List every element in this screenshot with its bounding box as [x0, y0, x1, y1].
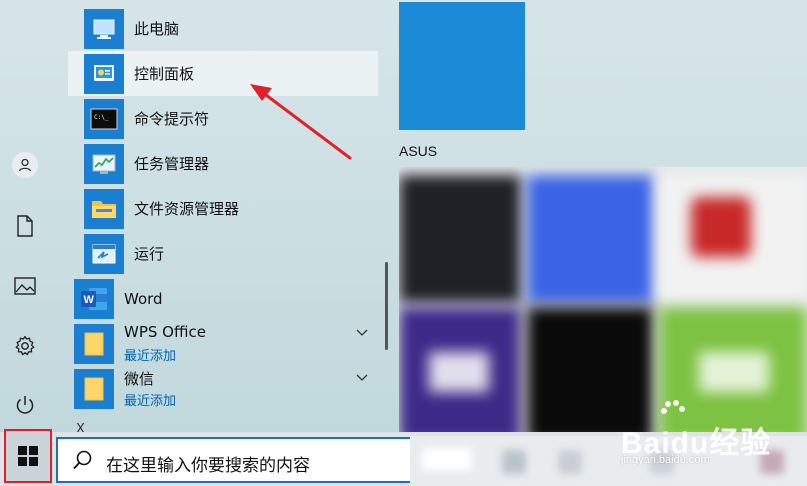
live-tile[interactable]: [399, 2, 525, 130]
settings-icon: [15, 335, 35, 356]
power-button[interactable]: [2, 382, 48, 428]
blurred-tile[interactable]: [399, 175, 521, 303]
chevron-down-icon[interactable]: [356, 329, 368, 337]
taskbar-icon[interactable]: [422, 448, 472, 470]
start-rail: [0, 0, 52, 486]
app-folder-wps-office[interactable]: WPS Office 最近添加: [68, 321, 378, 366]
chevron-down-icon[interactable]: [356, 374, 368, 382]
power-icon: [16, 396, 34, 414]
taskbar-icon[interactable]: [558, 450, 582, 474]
app-item-file-explorer[interactable]: 文件资源管理器: [68, 186, 378, 231]
app-label: 此电脑: [134, 20, 180, 38]
search-placeholder: 在这里输入你要搜索的内容: [106, 456, 310, 476]
svg-text:W: W: [84, 294, 95, 306]
folder-icon: [74, 323, 114, 364]
pictures-button[interactable]: [2, 263, 48, 309]
app-label: 控制面板: [134, 65, 195, 83]
taskbar-search-box[interactable]: 在这里输入你要搜索的内容: [56, 437, 416, 483]
document-icon: [17, 215, 33, 237]
app-label: 命令提示符: [134, 110, 210, 128]
taskbar-icon[interactable]: [502, 450, 526, 474]
app-item-command-prompt[interactable]: C:\_ 命令提示符: [68, 96, 378, 141]
start-button[interactable]: [4, 429, 52, 483]
tile-group-title: ASUS: [399, 143, 438, 159]
app-label: WPS Office: [124, 323, 206, 341]
folder-icon: [74, 368, 114, 409]
pictures-icon: [14, 277, 36, 295]
windows-logo-icon: [18, 446, 38, 466]
watermark-url: jingyan.baidu.com: [621, 454, 710, 466]
app-item-run[interactable]: 运行: [68, 231, 378, 276]
run-icon: [84, 233, 124, 274]
blurred-tile[interactable]: [527, 175, 653, 303]
this-pc-icon: [84, 8, 124, 49]
documents-button[interactable]: [2, 203, 48, 249]
app-folder-wechat[interactable]: 微信 最近添加: [68, 366, 378, 411]
blurred-tile: [429, 352, 489, 392]
blurred-tile: [699, 352, 769, 392]
task-manager-icon: [84, 143, 124, 184]
user-icon: [12, 152, 38, 178]
scrollbar-thumb[interactable]: [385, 262, 388, 350]
app-label: Word: [124, 289, 163, 308]
recently-added-label: 最近添加: [124, 349, 177, 364]
svg-text:C:\_: C:\_: [94, 114, 109, 121]
blurred-tile: [691, 197, 751, 257]
word-icon: W: [74, 278, 114, 319]
app-label: 文件资源管理器: [134, 200, 240, 218]
app-label: 任务管理器: [134, 155, 210, 173]
recently-added-label: 最近添加: [124, 394, 177, 409]
app-label: 运行: [134, 245, 165, 263]
file-explorer-icon: [84, 188, 124, 229]
app-item-task-manager[interactable]: 任务管理器: [68, 141, 378, 186]
app-item-word[interactable]: W Word: [68, 276, 378, 321]
app-list: 此电脑 控制面板 C:\_ 命令提示符 任务管理器 文件资源管理器 运行 W W…: [68, 0, 388, 432]
app-label: 微信: [124, 370, 155, 388]
app-item-control-panel[interactable]: 控制面板: [68, 51, 378, 96]
command-prompt-icon: C:\_: [84, 98, 124, 139]
settings-button[interactable]: [2, 323, 48, 369]
search-icon: [73, 450, 92, 470]
blurred-tile-area: [399, 167, 807, 443]
app-item-this-pc[interactable]: 此电脑: [68, 6, 378, 51]
control-panel-icon: [84, 53, 124, 94]
user-account-button[interactable]: [2, 142, 48, 188]
